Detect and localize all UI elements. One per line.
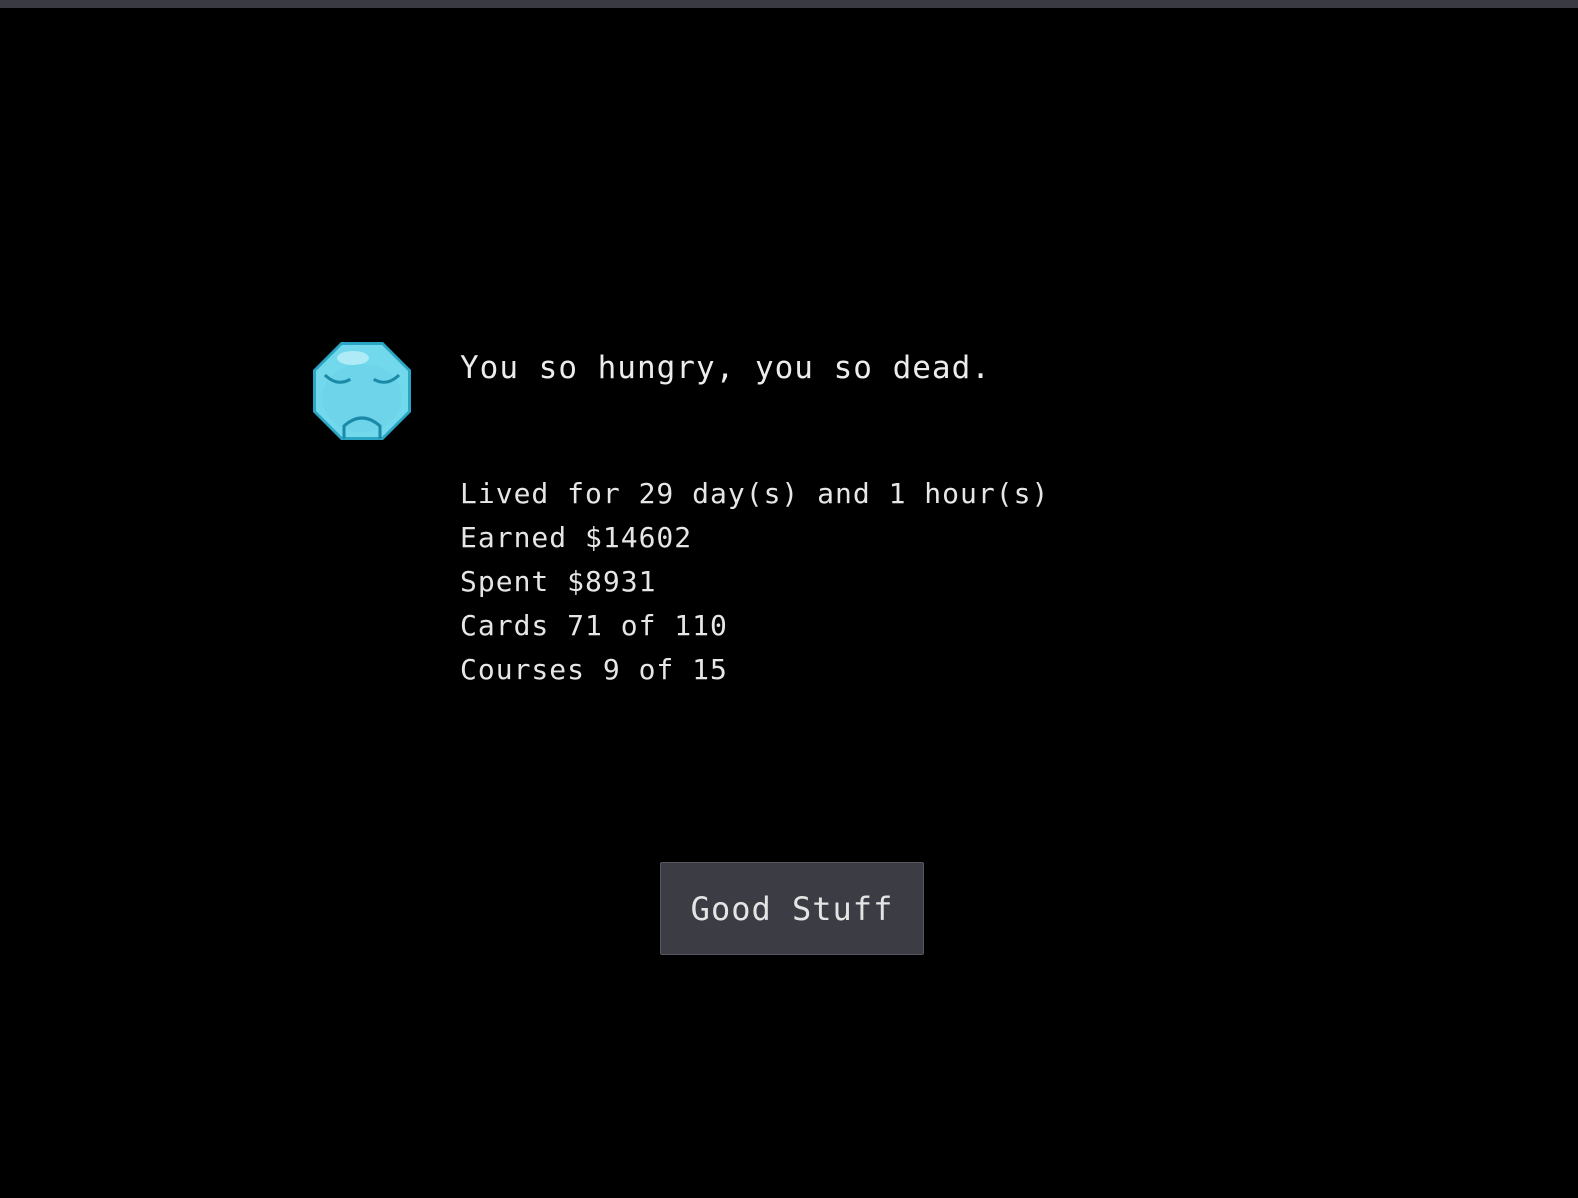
stat-earned: Earned $14602 bbox=[460, 521, 693, 554]
game-over-screen: You so hungry, you so dead. Lived for 29… bbox=[0, 0, 1578, 1198]
stat-cards: Cards 71 of 110 bbox=[460, 609, 728, 642]
death-message: You so hungry, you so dead. bbox=[460, 350, 991, 386]
sad-face-icon bbox=[313, 342, 411, 440]
stat-courses: Courses 9 of 15 bbox=[460, 653, 728, 686]
window-top-bar bbox=[0, 0, 1578, 8]
stats-list: Lived for 29 day(s) and 1 hour(s) Earned… bbox=[460, 472, 1049, 692]
good-stuff-button[interactable]: Good Stuff bbox=[660, 862, 924, 955]
stat-spent: Spent $8931 bbox=[460, 565, 657, 598]
stat-lived: Lived for 29 day(s) and 1 hour(s) bbox=[460, 477, 1050, 510]
